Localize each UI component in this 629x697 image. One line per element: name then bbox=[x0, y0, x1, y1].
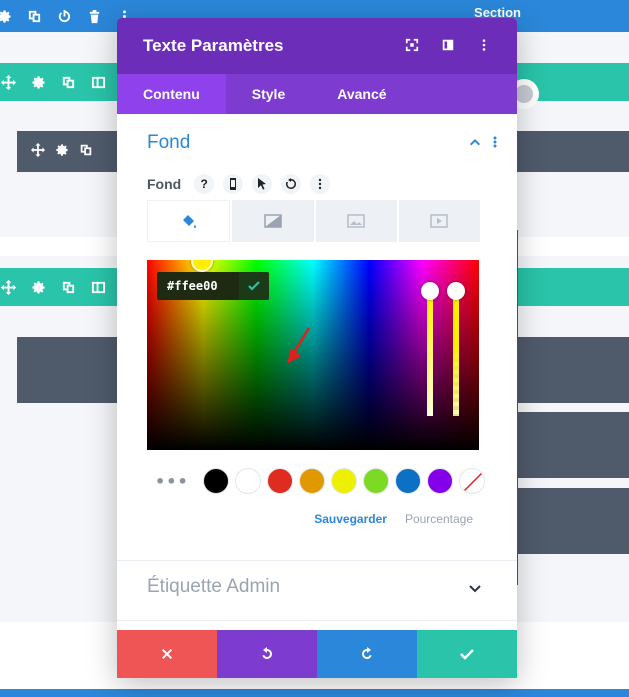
modal-header: Texte Paramètres bbox=[117, 18, 517, 74]
cursor-icon[interactable] bbox=[252, 174, 273, 194]
tab-avance[interactable]: Avancé bbox=[311, 74, 412, 114]
hue-slider-knob[interactable] bbox=[421, 282, 439, 300]
paint-bucket-icon bbox=[182, 215, 196, 228]
swatch-green[interactable] bbox=[363, 468, 389, 494]
save-color-link[interactable]: Sauvegarder bbox=[314, 512, 387, 526]
redo-icon bbox=[361, 647, 372, 659]
split-view-icon[interactable] bbox=[441, 37, 455, 56]
bottom-section-bar bbox=[0, 689, 629, 697]
undo-button[interactable] bbox=[217, 630, 317, 678]
more-icon[interactable] bbox=[477, 37, 491, 56]
swatch-purple[interactable] bbox=[427, 468, 453, 494]
more-icon[interactable] bbox=[310, 174, 331, 194]
admin-label-toggle[interactable]: Étiquette Admin bbox=[147, 576, 280, 598]
background-type-tabs bbox=[147, 200, 480, 242]
divider bbox=[117, 560, 517, 561]
video-icon bbox=[430, 214, 449, 228]
close-icon bbox=[162, 649, 172, 659]
gear-icon[interactable] bbox=[0, 8, 12, 24]
power-icon[interactable] bbox=[56, 8, 72, 24]
modal-title: Texte Paramètres bbox=[143, 36, 284, 55]
divider bbox=[117, 620, 517, 621]
module-block[interactable] bbox=[517, 412, 629, 478]
gear-icon[interactable] bbox=[30, 74, 46, 90]
settings-modal: Texte Paramètres Contenu Style Avancé Fo… bbox=[117, 18, 517, 678]
field-label: Fond bbox=[147, 176, 182, 192]
columns-icon[interactable] bbox=[90, 279, 106, 295]
no-color-icon bbox=[463, 472, 483, 492]
duplicate-icon[interactable] bbox=[26, 8, 42, 24]
checkmark-icon bbox=[248, 281, 260, 291]
duplicate-icon[interactable] bbox=[60, 279, 76, 295]
help-button[interactable]: ? bbox=[194, 174, 215, 194]
gear-icon[interactable] bbox=[55, 142, 69, 161]
hex-value[interactable]: #ffee00 bbox=[157, 279, 239, 293]
tab-image[interactable] bbox=[315, 200, 397, 242]
reset-icon[interactable] bbox=[281, 174, 302, 194]
swatch-yellow[interactable] bbox=[331, 468, 357, 494]
image-icon bbox=[347, 214, 365, 228]
move-icon[interactable] bbox=[0, 74, 16, 90]
modal-footer bbox=[117, 630, 517, 678]
percentage-link[interactable]: Pourcentage bbox=[405, 512, 473, 526]
modal-body: Fond Fond ? #ffee00 ••• Sauvegarder Pour… bbox=[117, 114, 517, 630]
tab-color[interactable] bbox=[147, 200, 231, 242]
confirm-color-button[interactable] bbox=[239, 272, 269, 300]
swatch-blue[interactable] bbox=[395, 468, 421, 494]
tab-video[interactable] bbox=[398, 200, 480, 242]
more-icon[interactable] bbox=[493, 136, 497, 148]
tab-contenu[interactable]: Contenu bbox=[117, 74, 226, 114]
color-swatches: ••• bbox=[155, 468, 485, 494]
checkmark-icon bbox=[460, 649, 474, 660]
chevron-down-icon[interactable] bbox=[469, 584, 481, 594]
hue-slider[interactable] bbox=[427, 294, 433, 416]
undo-icon bbox=[262, 647, 273, 659]
opacity-slider-knob[interactable] bbox=[447, 282, 465, 300]
tab-style[interactable]: Style bbox=[226, 74, 311, 114]
field-header: Fond ? bbox=[147, 174, 331, 194]
swatch-white[interactable] bbox=[235, 468, 261, 494]
swatch-none[interactable] bbox=[459, 468, 485, 494]
tab-gradient[interactable] bbox=[232, 200, 314, 242]
cancel-button[interactable] bbox=[117, 630, 217, 678]
move-icon[interactable] bbox=[31, 142, 45, 161]
trash-icon[interactable] bbox=[86, 8, 102, 24]
module-block[interactable] bbox=[517, 488, 629, 554]
color-picker[interactable]: #ffee00 bbox=[147, 260, 479, 450]
fullscreen-icon[interactable] bbox=[405, 37, 419, 56]
modal-tabs: Contenu Style Avancé bbox=[117, 74, 517, 114]
chevron-up-icon[interactable] bbox=[469, 136, 481, 148]
save-button[interactable] bbox=[417, 630, 517, 678]
opacity-slider[interactable] bbox=[453, 294, 459, 416]
group-title[interactable]: Fond bbox=[147, 132, 190, 154]
gradient-icon bbox=[264, 214, 282, 228]
gear-icon[interactable] bbox=[30, 279, 46, 295]
more-swatches-button[interactable]: ••• bbox=[155, 472, 189, 491]
red-arrow-annotation bbox=[287, 327, 311, 364]
duplicate-icon[interactable] bbox=[79, 142, 93, 161]
duplicate-icon[interactable] bbox=[60, 74, 76, 90]
swatch-red[interactable] bbox=[267, 468, 293, 494]
redo-button[interactable] bbox=[317, 630, 417, 678]
swatch-black[interactable] bbox=[203, 468, 229, 494]
hex-input[interactable]: #ffee00 bbox=[157, 272, 269, 300]
mobile-icon[interactable] bbox=[223, 174, 244, 194]
columns-icon[interactable] bbox=[90, 74, 106, 90]
swatch-orange[interactable] bbox=[299, 468, 325, 494]
move-icon[interactable] bbox=[0, 279, 16, 295]
